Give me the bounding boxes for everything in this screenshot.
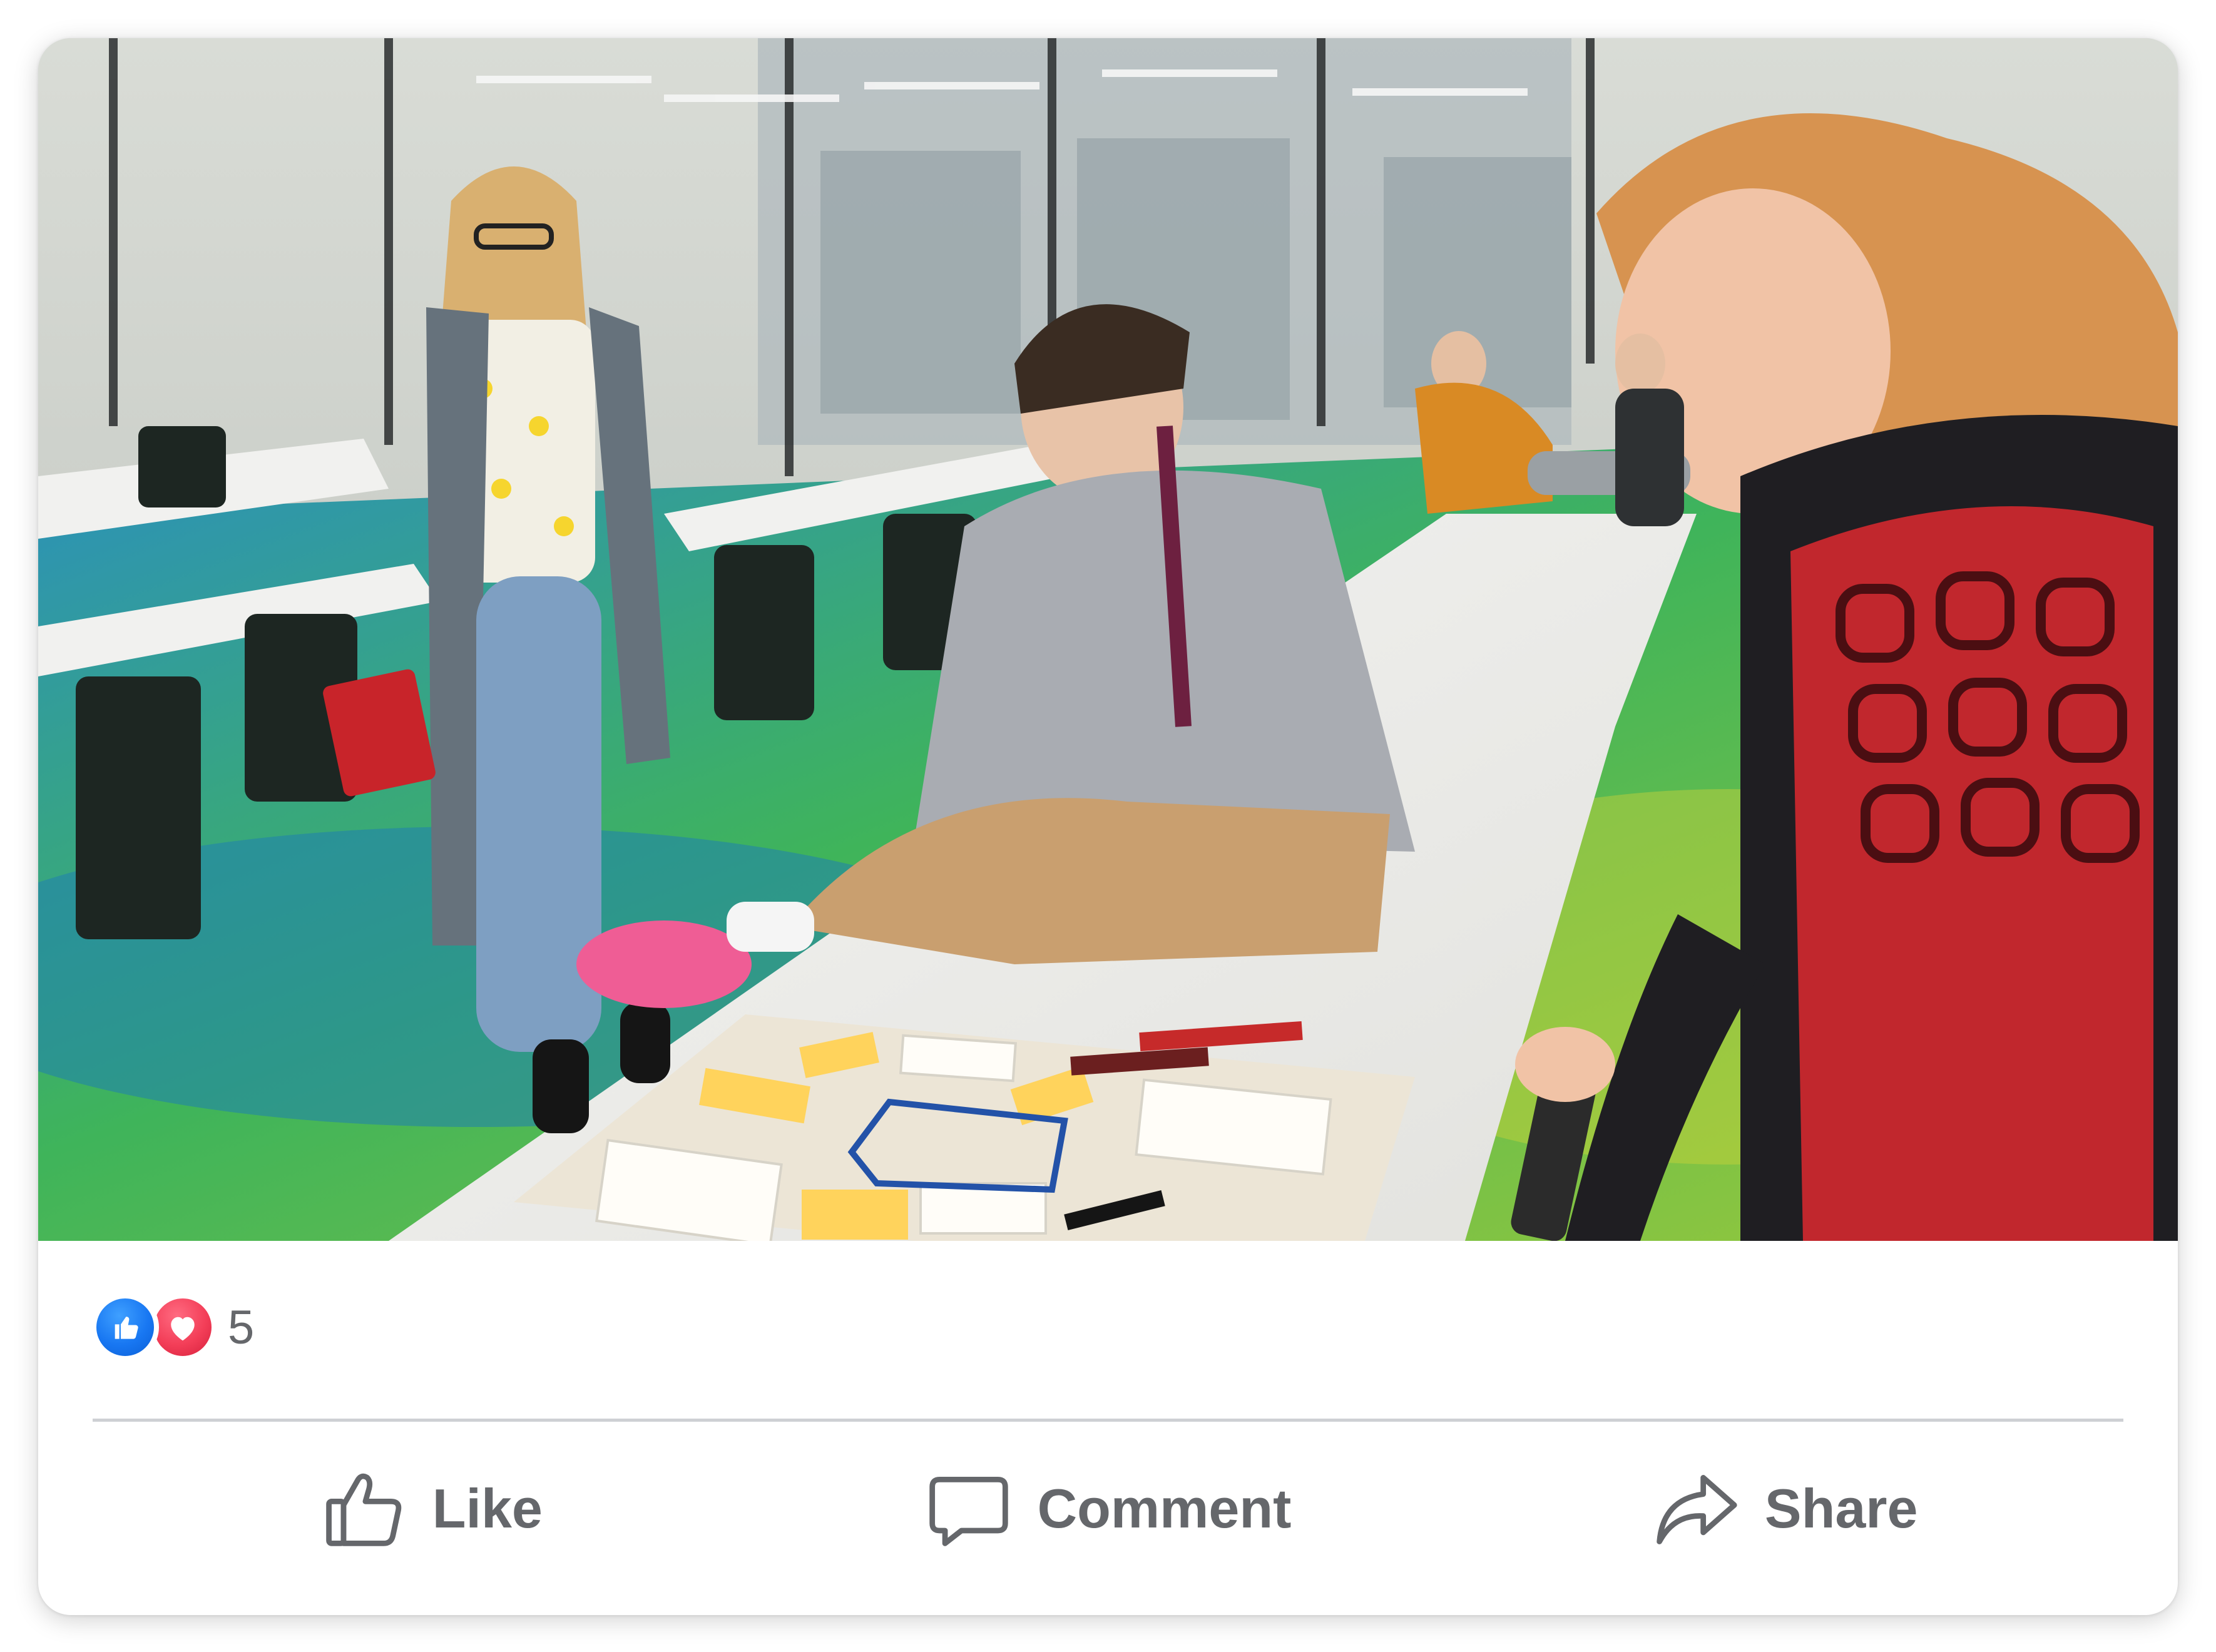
comment-label: Comment	[1037, 1477, 1292, 1539]
like-icon	[91, 1293, 159, 1361]
divider	[93, 1419, 2123, 1422]
photo-image	[38, 38, 2178, 1241]
thumbs-up-icon	[325, 1473, 402, 1546]
comment-icon	[929, 1476, 1008, 1546]
comment-button[interactable]: Comment	[770, 1440, 1447, 1578]
reactions-summary[interactable]: 5	[91, 1290, 254, 1365]
love-icon	[149, 1293, 217, 1361]
post-card: 5 Like Comment Share	[38, 38, 2178, 1615]
like-button[interactable]: Like	[93, 1440, 770, 1578]
like-label: Like	[432, 1477, 543, 1539]
share-label: Share	[1764, 1477, 1918, 1539]
post-actions: Like Comment Share	[93, 1440, 2123, 1578]
post-photo[interactable]	[38, 38, 2178, 1241]
reaction-count: 5	[228, 1300, 255, 1354]
share-icon	[1657, 1475, 1737, 1544]
share-button[interactable]: Share	[1446, 1440, 2123, 1578]
